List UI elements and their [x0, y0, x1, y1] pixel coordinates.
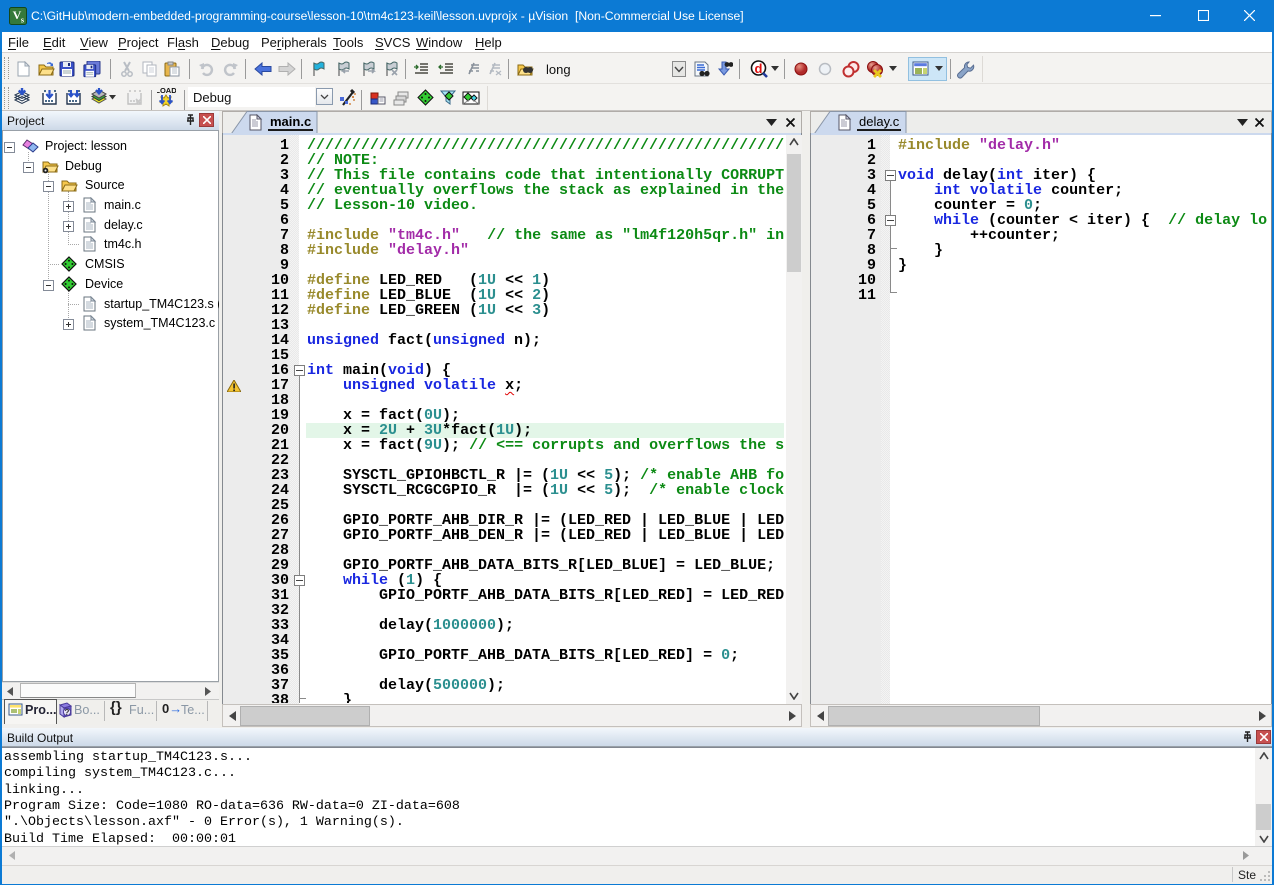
- svg-text:s: s: [21, 16, 24, 25]
- svg-text:d: d: [755, 61, 763, 76]
- svg-text:?: ?: [65, 708, 70, 717]
- svg-text:LOAD: LOAD: [157, 86, 176, 95]
